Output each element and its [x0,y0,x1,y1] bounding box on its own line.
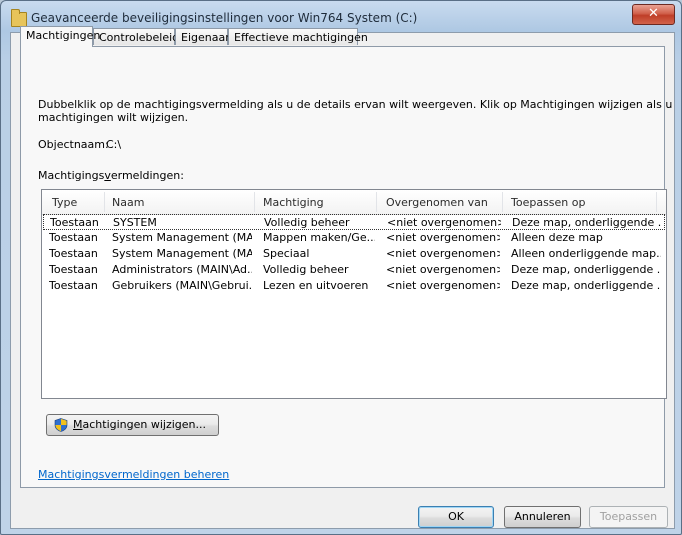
permission-entries-list[interactable]: Type Naam Machtiging Overgenomen van Toe… [41,189,667,399]
cell-name: System Management (MA... [112,231,252,244]
cell-apply-to: Deze map, onderliggende ... [511,263,661,276]
cell-permission: Volledig beheer [263,263,349,276]
cell-apply-to: Deze map, onderliggende ... [511,279,661,292]
table-row[interactable]: Toestaan Administrators (MAIN\Ad... Voll… [43,262,665,278]
cell-name: SYSTEM [113,216,157,229]
tab-effectieve-machtigingen[interactable]: Effectieve machtigingen [228,28,368,45]
window-title: Geavanceerde beveiligingsinstellingen vo… [31,11,418,25]
column-header-inherited-from[interactable]: Overgenomen van [386,196,488,209]
cell-inherited-from: <niet overgenomen> [386,263,500,276]
object-name-label: Objectnaam: [38,138,109,151]
cell-name: System Management (MA... [112,247,252,260]
cell-inherited-from: <niet overgenomen> [386,279,500,292]
close-icon: ✕ [648,6,659,21]
cell-type: Toestaan [49,247,98,260]
column-header-apply-to[interactable]: Toepassen op [511,196,585,209]
list-header: Type Naam Machtiging Overgenomen van Toe… [42,190,666,215]
cell-type: Toestaan [50,216,99,229]
cell-type: Toestaan [49,231,98,244]
cell-permission: Mappen maken/Ge... [263,231,375,244]
cell-apply-to: Deze map, onderliggende ... [512,216,662,229]
table-row[interactable]: Toestaan System Management (MA... Specia… [43,246,665,262]
cell-inherited-from: <niet overgenomen> [387,216,501,229]
cell-apply-to: Alleen onderliggende map... [511,247,661,260]
cell-permission: Volledig beheer [264,216,350,229]
uac-shield-icon [54,418,68,432]
cell-inherited-from: <niet overgenomen> [386,231,500,244]
intro-text-line-1: Dubbelklik op de machtigingsvermelding a… [38,98,673,111]
dialog-window: Geavanceerde beveiligingsinstellingen vo… [0,0,682,535]
cell-inherited-from: <niet overgenomen> [386,247,500,260]
table-row[interactable]: Toestaan Gebruikers (MAIN\Gebrui... Leze… [43,278,665,294]
cell-permission: Lezen en uitvoeren [263,279,369,292]
tab-eigenaar[interactable]: Eigenaar [175,28,230,45]
column-header-name[interactable]: Naam [112,196,144,209]
cell-name: Gebruikers (MAIN\Gebrui... [112,279,252,292]
permission-entries-label: Machtigingsvermeldingen: [38,169,184,182]
object-name-value: C:\ [106,138,122,151]
cancel-button[interactable]: Annuleren [504,506,581,528]
cell-permission: Speciaal [263,247,310,260]
manage-permission-entries-link[interactable]: Machtigingsvermeldingen beheren [38,468,229,481]
table-row[interactable]: Toestaan System Management (MA... Mappen… [43,230,665,246]
table-row[interactable]: Toestaan SYSTEM Volledig beheer <niet ov… [43,214,665,230]
apply-button[interactable]: Toepassen [589,506,668,528]
ok-button[interactable]: OK [418,506,494,528]
column-header-type[interactable]: Type [52,196,77,209]
cell-type: Toestaan [49,263,98,276]
tab-machtigingen[interactable]: Machtigingen [20,26,100,47]
cell-apply-to: Alleen deze map [511,231,603,244]
intro-text-line-2: machtigingen wilt wijzigen. [38,111,189,124]
cell-name: Administrators (MAIN\Ad... [112,263,252,276]
column-header-permission[interactable]: Machtiging [263,196,324,209]
cell-type: Toestaan [49,279,98,292]
tab-controlebeleid[interactable]: Controlebeleid [93,28,179,45]
folder-icon [11,9,27,27]
close-button[interactable]: ✕ [632,4,675,25]
change-permissions-button[interactable]: Machtigingen wijzigen... [46,414,219,436]
